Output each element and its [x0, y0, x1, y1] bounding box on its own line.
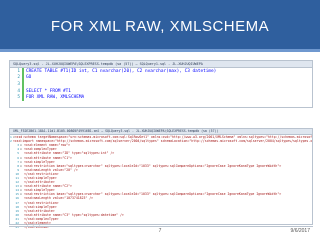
code-line[interactable]: 4 SELECT * FROM #T1	[10, 87, 312, 95]
code-text[interactable]: FOR XML RAW, XMLSCHEMA	[26, 95, 84, 100]
change-marker	[22, 87, 24, 95]
page-number: 7	[158, 228, 162, 234]
code-line[interactable]: 2 GO	[10, 74, 312, 82]
line-number: 1	[17, 68, 20, 74]
sql-query-editor[interactable]: SQLQuery3.sql - JL-XUHJUQIUWEPA\SQLEXPRE…	[9, 60, 313, 108]
xml-line-list: 1 ⊟ <xsd:schema targetNamespace="urn:schem…	[10, 135, 312, 229]
code-text[interactable]: CREATE TABLE #T1(ID int, C1 nvarchar(20)…	[26, 69, 216, 74]
code-line[interactable]: 1 CREATE TABLE #T1(ID int, C1 nvarchar(2…	[10, 68, 312, 75]
line-number: 2	[17, 75, 20, 81]
line-number: 4	[17, 88, 20, 94]
query-editor-tab[interactable]: SQLQuery3.sql - JL-XUHJUQIUWEPA\SQLEXPRE…	[10, 61, 312, 68]
change-marker	[22, 94, 24, 101]
line-number: 3	[17, 81, 20, 87]
change-marker	[22, 81, 24, 88]
change-marker	[22, 68, 24, 75]
code-line[interactable]: 3	[10, 81, 312, 88]
change-marker	[22, 74, 24, 82]
code-text[interactable]: GO	[26, 75, 31, 80]
code-text[interactable]: SELECT * FROM #T1	[26, 89, 71, 94]
footer-divider	[9, 226, 313, 227]
xml-result-viewer[interactable]: XML_F52E2B61-18A1-11d1-B105-00805F49916B…	[9, 128, 313, 229]
code-line[interactable]: 5 FOR XML RAW, XMLSCHEMA	[10, 94, 312, 101]
slide-title: FOR XML RAW, XMLSCHEMA	[50, 17, 270, 35]
footer-date: 9/6/2017	[290, 228, 310, 234]
line-number: 5	[17, 95, 20, 101]
